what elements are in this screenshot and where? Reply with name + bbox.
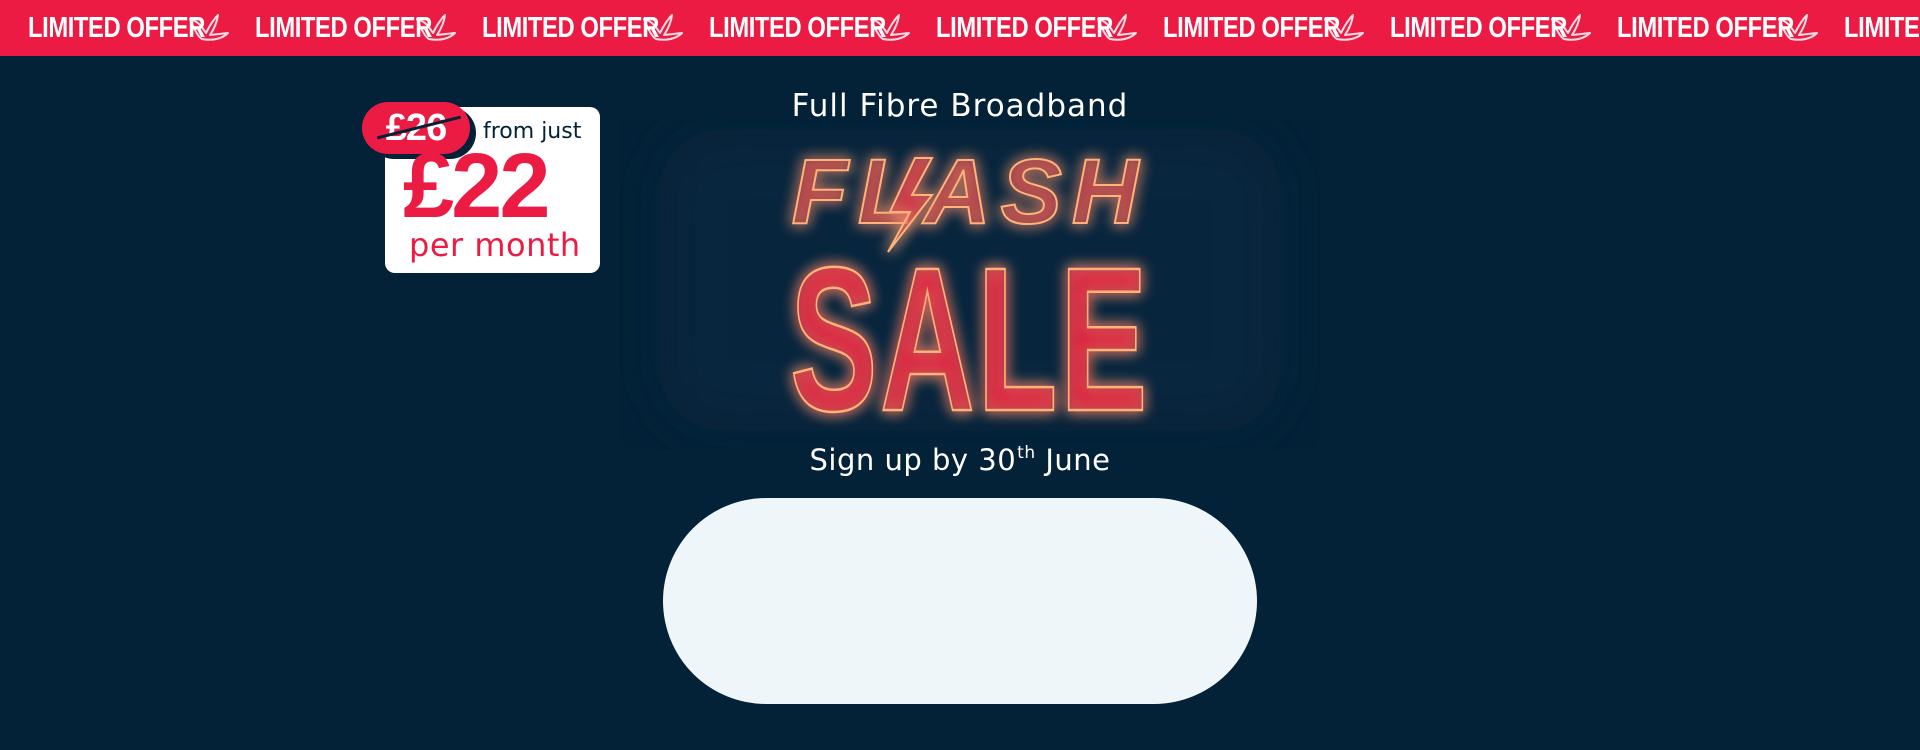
ticker-label: LIMITED OFFER bbox=[255, 11, 432, 44]
ticker-track: LIMITED OFFER LIMITED OFFER LIMITED OFFER L… bbox=[28, 12, 1920, 45]
ticker-item: LIMITED OFFER bbox=[482, 12, 709, 45]
ticker-label: LIMITED OFFER bbox=[936, 11, 1113, 44]
ticker-item: LIMITED OFFER bbox=[255, 12, 482, 45]
limited-offer-ticker: LIMITED OFFER LIMITED OFFER LIMITED OFFER L… bbox=[0, 0, 1920, 56]
new-price: £22 bbox=[403, 135, 550, 237]
ticker-label: LIMITED OFFER bbox=[1844, 11, 1920, 44]
ticker-item: LIMITED OFFER bbox=[709, 12, 936, 45]
ticker-item: LIMITED OFFER bbox=[1163, 12, 1390, 45]
ticker-item: LIMITED OFFER bbox=[936, 12, 1163, 45]
ticker-item: LIMITED OFFER bbox=[1844, 12, 1920, 45]
signup-prefix: Sign up by 30 bbox=[809, 443, 1017, 477]
ticker-label: LIMITED OFFER bbox=[1163, 11, 1340, 44]
signup-month: June bbox=[1045, 443, 1111, 477]
ticker-label: LIMITED OFFER bbox=[28, 11, 205, 44]
ticker-label: LIMITED OFFER bbox=[482, 11, 659, 44]
per-month-label: per month bbox=[409, 226, 581, 264]
signup-deadline: Sign up by 30th June bbox=[700, 443, 1220, 477]
ticker-item: LIMITED OFFER bbox=[1617, 12, 1844, 45]
signup-ordinal: th bbox=[1017, 443, 1036, 463]
flash-sale-neon-sign: FLASH SALE bbox=[660, 130, 1280, 450]
product-title: Full Fibre Broadband bbox=[791, 88, 1129, 124]
ticker-label: LIMITED OFFER bbox=[1617, 11, 1794, 44]
ticker-item: LIMITED OFFER bbox=[28, 12, 255, 45]
ticker-label: LIMITED OFFER bbox=[709, 11, 886, 44]
sale-word: SALE bbox=[790, 225, 1150, 450]
ticker-item: LIMITED OFFER bbox=[1390, 12, 1617, 45]
cta-button[interactable] bbox=[663, 498, 1257, 704]
ticker-label: LIMITED OFFER bbox=[1390, 11, 1567, 44]
